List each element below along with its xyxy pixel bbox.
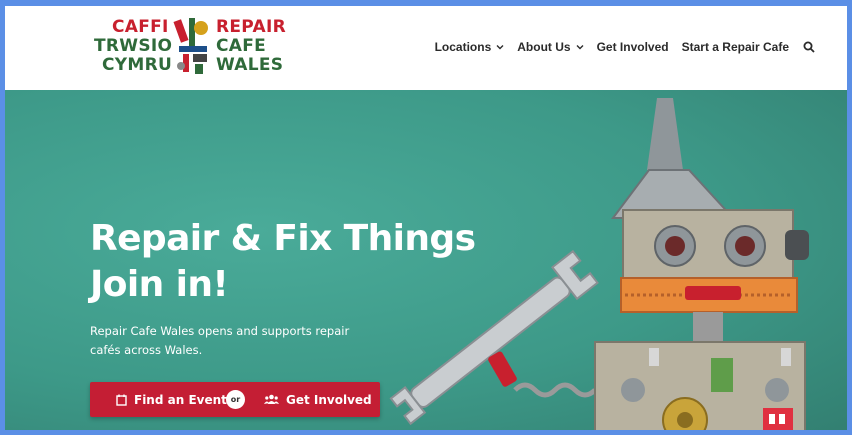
search-icon[interactable] [803, 41, 815, 53]
logo-english-line1: REPAIR [216, 17, 286, 37]
logo-welsh-line3: CYMRU [102, 55, 173, 75]
logo-tools-icon [173, 18, 208, 74]
find-an-event-button[interactable]: Find an Event [116, 382, 227, 417]
chevron-down-icon [576, 45, 584, 50]
logo-welsh-line2: TRWSIO [94, 36, 173, 56]
nav-item-get-involved[interactable]: Get Involved [597, 40, 669, 54]
nav-label-start-repair-cafe: Start a Repair Cafe [681, 40, 789, 54]
nav-label-locations: Locations [434, 40, 492, 54]
hero-banner: Repair & Fix Things Join in! Repair Cafe… [5, 90, 847, 430]
calendar-icon [116, 394, 127, 406]
logo-english-line2: CAFE [216, 36, 267, 56]
logo-welsh-line1: CAFFI [112, 17, 169, 37]
nav-item-locations[interactable]: Locations [435, 40, 505, 54]
hero-title-line2: Join in! [90, 264, 229, 305]
site-header: CAFFI TRWSIO CYMRU REPAIR CAFE WALES Loc… [5, 6, 847, 90]
hero-subtitle: Repair Cafe Wales opens and supports rep… [90, 324, 350, 357]
find-an-event-label: Find an Event [134, 392, 227, 407]
get-involved-label: Get Involved [286, 392, 372, 407]
main-nav: Locations About Us Get Involved Start a … [422, 40, 815, 54]
nav-item-about-us[interactable]: About Us [517, 40, 584, 54]
cta-or-badge: or [226, 390, 245, 409]
nav-item-start-repair-cafe[interactable]: Start a Repair Cafe [682, 40, 789, 54]
hero-title-line1: Repair & Fix Things [90, 218, 476, 259]
chevron-down-icon [496, 45, 504, 50]
nav-label-get-involved: Get Involved [596, 40, 669, 54]
get-involved-button[interactable]: Get Involved [264, 382, 372, 417]
logo-english-line3: WALES [216, 55, 284, 75]
site-logo[interactable]: CAFFI TRWSIO CYMRU REPAIR CAFE WALES [90, 14, 286, 76]
hero-cta-group: Find an Event or Get Involved [90, 382, 380, 417]
browser-frame: CAFFI TRWSIO CYMRU REPAIR CAFE WALES Loc… [0, 0, 852, 435]
hero-title: Repair & Fix Things Join in! [90, 216, 476, 308]
nav-label-about-us: About Us [517, 40, 571, 54]
users-icon [264, 394, 279, 404]
